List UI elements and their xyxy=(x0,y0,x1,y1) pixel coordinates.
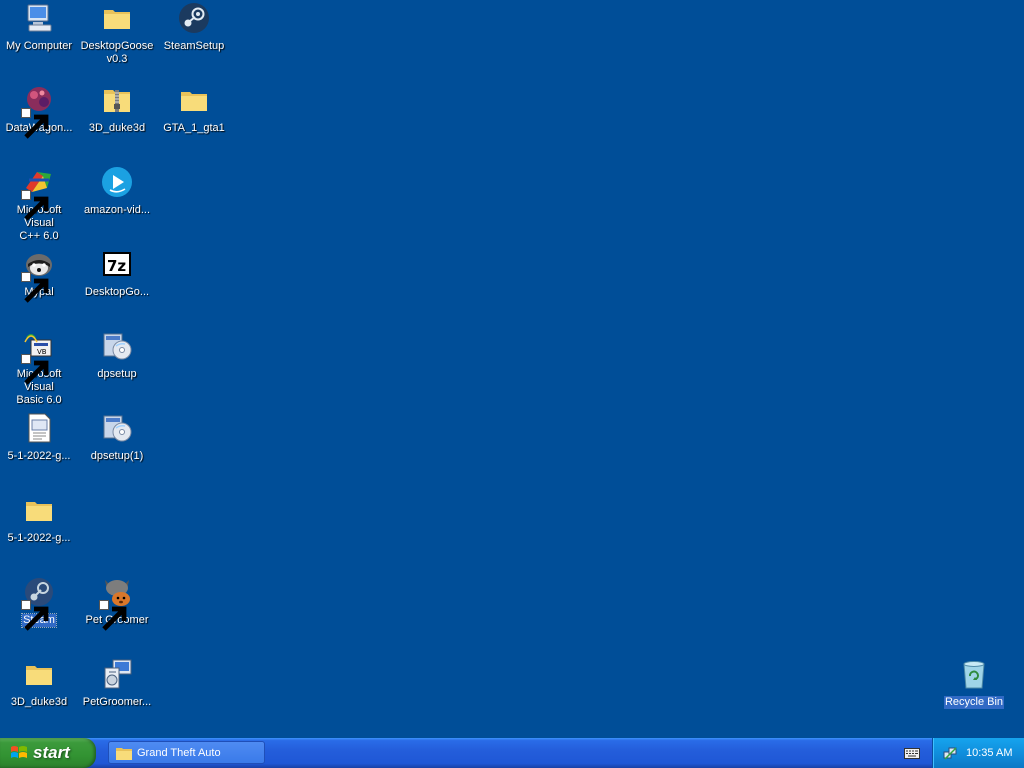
shortcut-arrow-icon xyxy=(21,272,49,303)
amazon-video-icon xyxy=(101,166,133,198)
desktop-icon-3d-duke3d-folder[interactable]: 3D_duke3d xyxy=(0,658,78,710)
desktop-icon-dpsetup[interactable]: dpsetup xyxy=(78,330,156,382)
pet-groomer-icon xyxy=(99,576,133,631)
my-computer-icon xyxy=(23,2,55,34)
folder-icon xyxy=(23,658,55,690)
desktop-icon-my-computer[interactable]: My Computer xyxy=(0,2,78,54)
desktop-icon-steamsetup[interactable]: SteamSetup xyxy=(155,2,233,54)
desktop-icon-steam[interactable]: Steam xyxy=(0,576,78,631)
recycle-bin-icon xyxy=(958,658,990,690)
icon-label: GTA_1_gta1 xyxy=(163,122,225,134)
visual-cpp-icon xyxy=(21,166,55,221)
desktop-icon-petgroomer-installer[interactable]: PetGroomer... xyxy=(78,658,156,710)
setup-disc-icon xyxy=(101,330,133,362)
svg-text:7z: 7z xyxy=(107,257,126,275)
folder-icon xyxy=(178,84,210,116)
start-button[interactable]: start xyxy=(0,738,96,768)
folder-icon xyxy=(23,494,55,526)
shortcut-arrow-icon xyxy=(21,354,49,385)
desktop-icon-recycle-bin[interactable]: Recycle Bin xyxy=(935,658,1013,710)
shortcut-arrow-icon xyxy=(99,600,127,631)
desktop-icon-gta-1-gta1[interactable]: GTA_1_gta1 xyxy=(155,84,233,136)
desktop-icon-mypal[interactable]: Mypal xyxy=(0,248,78,303)
shortcut-arrow-icon xyxy=(21,190,49,221)
icon-label: dpsetup(1) xyxy=(90,450,144,462)
desktop-icon-amazon-video[interactable]: amazon-vid... xyxy=(78,166,156,218)
icon-label: 3D_duke3d xyxy=(10,696,68,708)
text-file-icon xyxy=(23,412,55,444)
icon-label: DesktopGoose v0.3 xyxy=(80,40,154,65)
icon-label: DesktopGo... xyxy=(84,286,150,298)
taskbar-button-label: Grand Theft Auto xyxy=(137,746,221,759)
icon-label: Recycle Bin xyxy=(943,696,1005,709)
icon-label: My Computer xyxy=(5,40,73,52)
zip-folder-icon xyxy=(101,84,133,116)
icon-label: PetGroomer... xyxy=(82,696,152,708)
desktop-icon-visual-basic[interactable]: VB Microsoft Visual Basic 6.0 xyxy=(0,330,78,408)
datawagon-icon xyxy=(21,84,55,139)
icon-label: SteamSetup xyxy=(163,40,225,52)
keyboard-icon[interactable] xyxy=(904,747,920,759)
shortcut-arrow-icon xyxy=(21,108,49,139)
desktop-icon-visual-cpp[interactable]: Microsoft Visual C++ 6.0 xyxy=(0,166,78,244)
icon-label: 5-1-2022-g... xyxy=(7,532,71,544)
windows-flag-icon xyxy=(11,746,27,758)
icon-label: 5-1-2022-g... xyxy=(7,450,71,462)
desktop-icon-folder-5-1-2022[interactable]: 5-1-2022-g... xyxy=(0,494,78,546)
desktop-icon-pet-groomer[interactable]: Pet Groomer xyxy=(78,576,156,631)
setup-disc-icon xyxy=(101,412,133,444)
network-icon[interactable] xyxy=(943,746,958,761)
taskbar-button-grand-theft-auto[interactable]: Grand Theft Auto xyxy=(108,741,265,764)
desktop-icon-desktopgoose-folder[interactable]: DesktopGoose v0.3 xyxy=(78,2,156,67)
folder-icon xyxy=(116,747,132,760)
desktop-icon-datawagon[interactable]: DataWagon... xyxy=(0,84,78,139)
system-tray: 10:35 AM xyxy=(932,738,1024,768)
installer-icon xyxy=(101,658,133,690)
steam-setup-icon xyxy=(178,2,210,34)
desktop-icon-desktopgoose-7z[interactable]: 7z DesktopGo... xyxy=(78,248,156,300)
taskbar: start Grand Theft Auto 10:35 AM xyxy=(0,738,1024,768)
icon-label: amazon-vid... xyxy=(83,204,151,216)
desktop: My Computer DataWagon... Microsoft Visua… xyxy=(0,0,1024,738)
shortcut-arrow-icon xyxy=(21,600,49,631)
folder-icon xyxy=(101,2,133,34)
steam-icon xyxy=(21,576,55,631)
mypal-icon xyxy=(21,248,55,303)
visual-basic-icon: VB xyxy=(21,330,55,385)
start-label: start xyxy=(33,743,70,762)
7zip-archive-icon: 7z xyxy=(101,248,133,280)
icon-label: dpsetup xyxy=(97,368,137,380)
icon-label: 3D_duke3d xyxy=(88,122,146,134)
clock[interactable]: 10:35 AM xyxy=(966,747,1012,759)
desktop-icon-3d-duke3d-zip[interactable]: 3D_duke3d xyxy=(78,84,156,136)
desktop-icon-dpsetup-1[interactable]: dpsetup(1) xyxy=(78,412,156,464)
desktop-icon-text-file[interactable]: 5-1-2022-g... xyxy=(0,412,78,464)
